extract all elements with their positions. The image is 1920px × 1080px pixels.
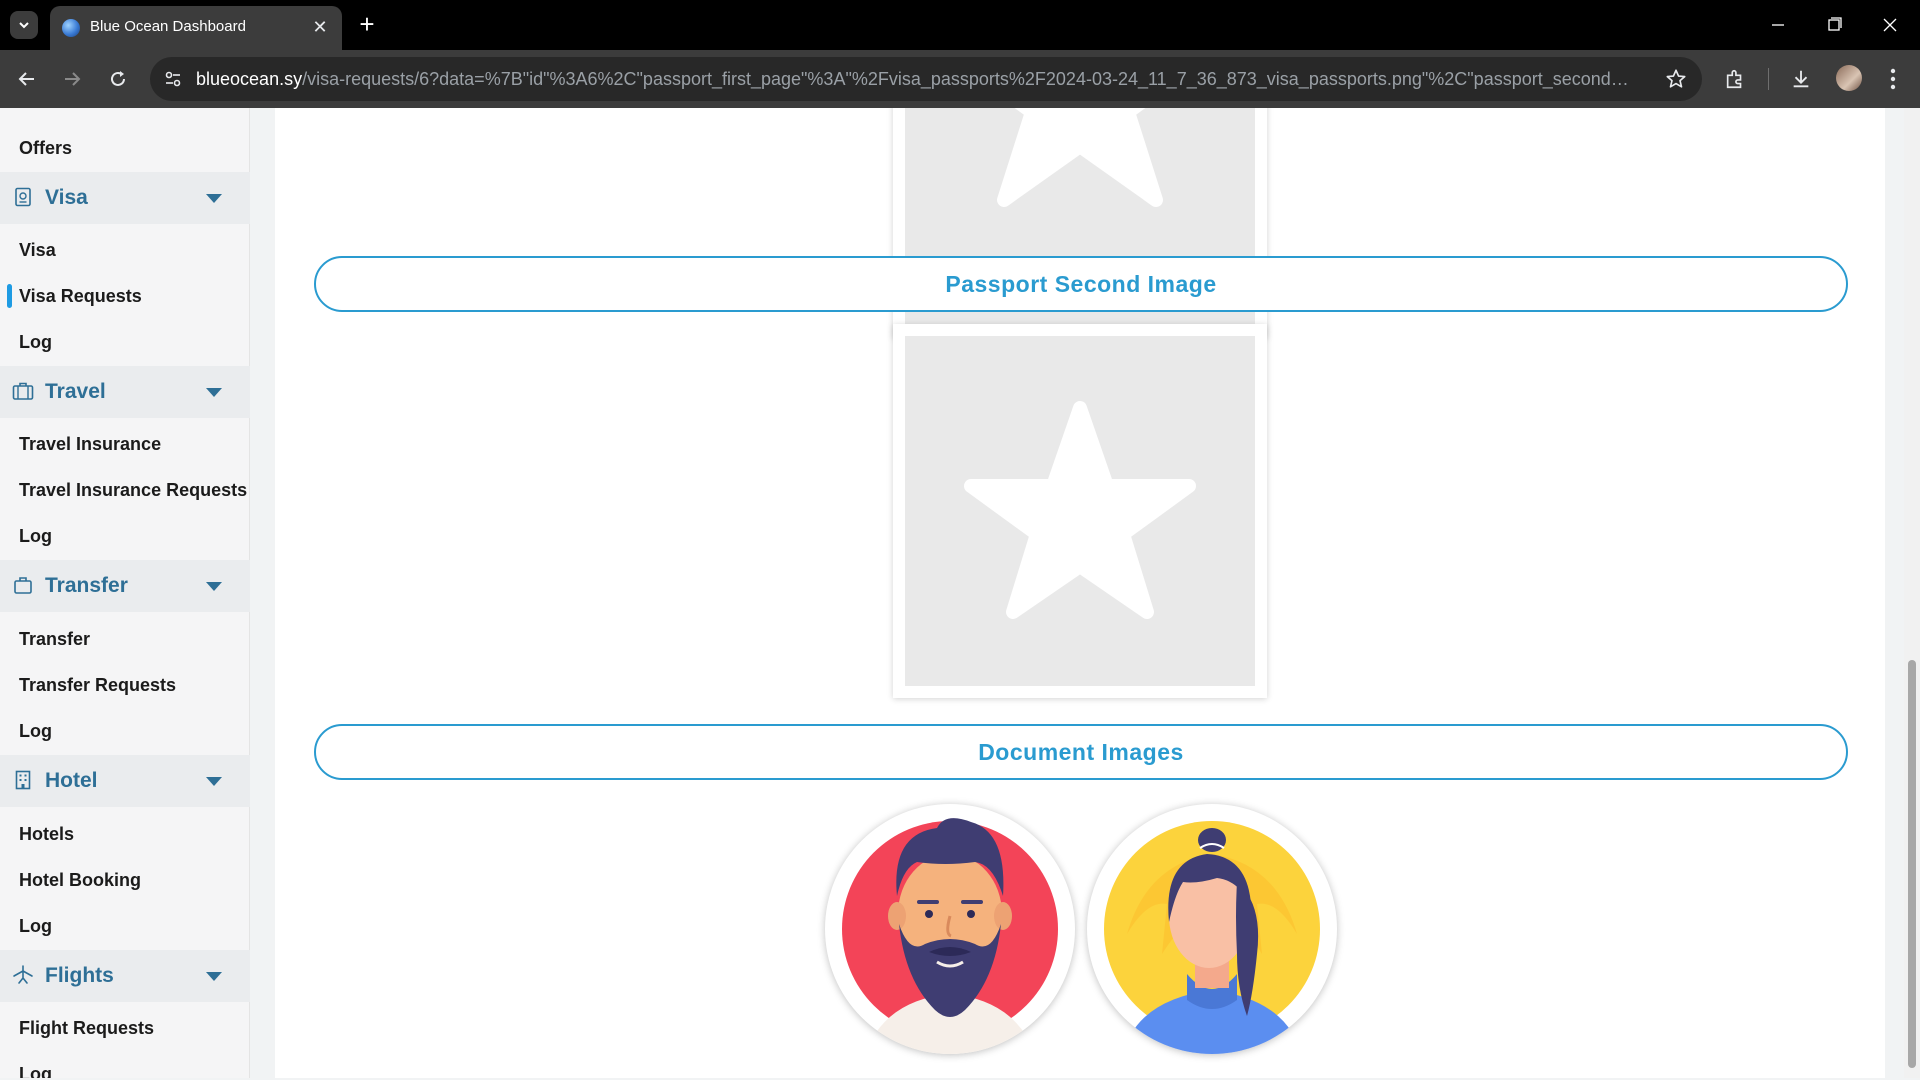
forward-button[interactable] — [57, 64, 87, 94]
maximize-icon — [1828, 17, 1842, 31]
sidebar-item-transfer-log[interactable]: Log — [0, 711, 250, 751]
back-arrow-icon — [18, 72, 34, 86]
sidebar-group-label: Hotel — [45, 769, 98, 792]
sidebar-group-label: Transfer — [45, 574, 128, 597]
caret-down-icon — [206, 194, 222, 203]
passport-second-image-placeholder — [905, 336, 1255, 686]
tab-close-icon[interactable]: ✕ — [310, 18, 330, 38]
sidebar-group-visa[interactable]: Visa — [0, 172, 250, 224]
sidebar-item-offers[interactable]: Offers — [0, 128, 250, 168]
sidebar-item-flight-requests[interactable]: Flight Requests — [0, 1008, 250, 1048]
profile-avatar[interactable] — [1836, 65, 1862, 91]
url-path: /visa-requests/6?data=%7B"id"%3A6%2C"pas… — [302, 69, 1636, 89]
sidebar-item-visa-log[interactable]: Log — [0, 322, 250, 362]
url-text[interactable]: blueocean.sy/visa-requests/6?data=%7B"id… — [196, 69, 1636, 89]
page-scrollbar[interactable] — [1904, 108, 1920, 1078]
window-close-icon — [1883, 18, 1897, 32]
airplane-icon — [12, 964, 34, 986]
sidebar-item-hotels[interactable]: Hotels — [0, 814, 250, 854]
main-content: Passport Second Image Document Images — [275, 108, 1885, 1078]
tab-list-button[interactable] — [10, 11, 38, 39]
male-avatar-illustration — [842, 818, 1058, 1054]
window-minimize-button[interactable] — [1758, 8, 1798, 42]
sidebar-group-transfer[interactable]: Transfer — [0, 560, 250, 612]
reload-icon — [111, 71, 125, 86]
caret-down-icon — [206, 972, 222, 981]
download-icon[interactable] — [1786, 64, 1816, 94]
browser-tab-bar: Blue Ocean Dashboard ✕ + — [0, 0, 1920, 50]
site-info-icon[interactable] — [162, 68, 184, 90]
document-image-female-avatar[interactable] — [1087, 804, 1337, 1054]
sidebar-group-flights[interactable]: Flights — [0, 950, 250, 1002]
document-images-header: Document Images — [314, 724, 1848, 780]
sidebar-item-travel-insurance-requests[interactable]: Travel Insurance Requests — [0, 470, 250, 510]
passport-icon — [12, 186, 34, 208]
address-bar[interactable]: blueocean.sy/visa-requests/6?data=%7B"id… — [150, 57, 1702, 101]
tab-title: Blue Ocean Dashboard — [90, 18, 246, 35]
active-indicator — [7, 284, 12, 308]
back-button[interactable] — [12, 64, 42, 94]
forward-arrow-icon — [65, 72, 81, 86]
sidebar-item-transfer-requests[interactable]: Transfer Requests — [0, 665, 250, 705]
toolbar-separator — [1768, 68, 1769, 90]
url-host: blueocean.sy — [196, 69, 303, 89]
scrollbar-thumb[interactable] — [1908, 660, 1916, 1068]
sidebar-item-hotel-log[interactable]: Log — [0, 906, 250, 946]
luggage-icon — [12, 380, 34, 402]
caret-down-icon — [206, 388, 222, 397]
sidebar-item-travel-insurance[interactable]: Travel Insurance — [0, 424, 250, 464]
chevron-down-icon — [19, 22, 29, 29]
sidebar-item-transfer[interactable]: Transfer — [0, 619, 250, 659]
sidebar-item-travel-log[interactable]: Log — [0, 516, 250, 556]
building-icon — [12, 769, 34, 791]
bookmark-star-icon[interactable] — [1664, 67, 1688, 91]
caret-down-icon — [206, 582, 222, 591]
passport-second-image-frame[interactable] — [893, 324, 1267, 698]
sidebar-item-visa-requests[interactable]: Visa Requests — [0, 276, 250, 316]
sidebar-group-label: Visa — [45, 186, 88, 209]
sidebar-group-label: Travel — [45, 380, 106, 403]
extensions-icon[interactable] — [1720, 64, 1750, 94]
favicon-icon — [62, 19, 80, 37]
window-close-button[interactable] — [1870, 8, 1910, 42]
sidebar-group-label: Flights — [45, 964, 114, 987]
menu-dots-icon[interactable] — [1878, 64, 1908, 94]
page-viewport: Offers Visa Visa Visa Requests Log Trave… — [0, 108, 1920, 1078]
new-tab-plus-icon[interactable]: + — [354, 11, 380, 38]
sidebar-item-visa[interactable]: Visa — [0, 230, 250, 270]
sidebar-group-travel[interactable]: Travel — [0, 366, 250, 418]
browser-tab[interactable]: Blue Ocean Dashboard ✕ — [50, 6, 342, 50]
reload-button[interactable] — [103, 64, 133, 94]
sidebar-item-hotel-booking[interactable]: Hotel Booking — [0, 860, 250, 900]
sidebar-item-flights-log[interactable]: Log — [0, 1054, 250, 1078]
caret-down-icon — [206, 777, 222, 786]
sidebar: Offers Visa Visa Visa Requests Log Trave… — [0, 108, 250, 1078]
female-avatar-illustration — [1104, 821, 1320, 1054]
browser-toolbar: blueocean.sy/visa-requests/6?data=%7B"id… — [0, 50, 1920, 108]
passport-second-image-header: Passport Second Image — [314, 256, 1848, 312]
minimize-icon — [1772, 24, 1784, 26]
document-image-male-avatar[interactable] — [825, 804, 1075, 1054]
sidebar-group-hotel[interactable]: Hotel — [0, 755, 250, 807]
window-restore-button[interactable] — [1814, 8, 1854, 42]
bag-icon — [12, 574, 34, 596]
placeholder-star-icon — [964, 401, 1196, 619]
